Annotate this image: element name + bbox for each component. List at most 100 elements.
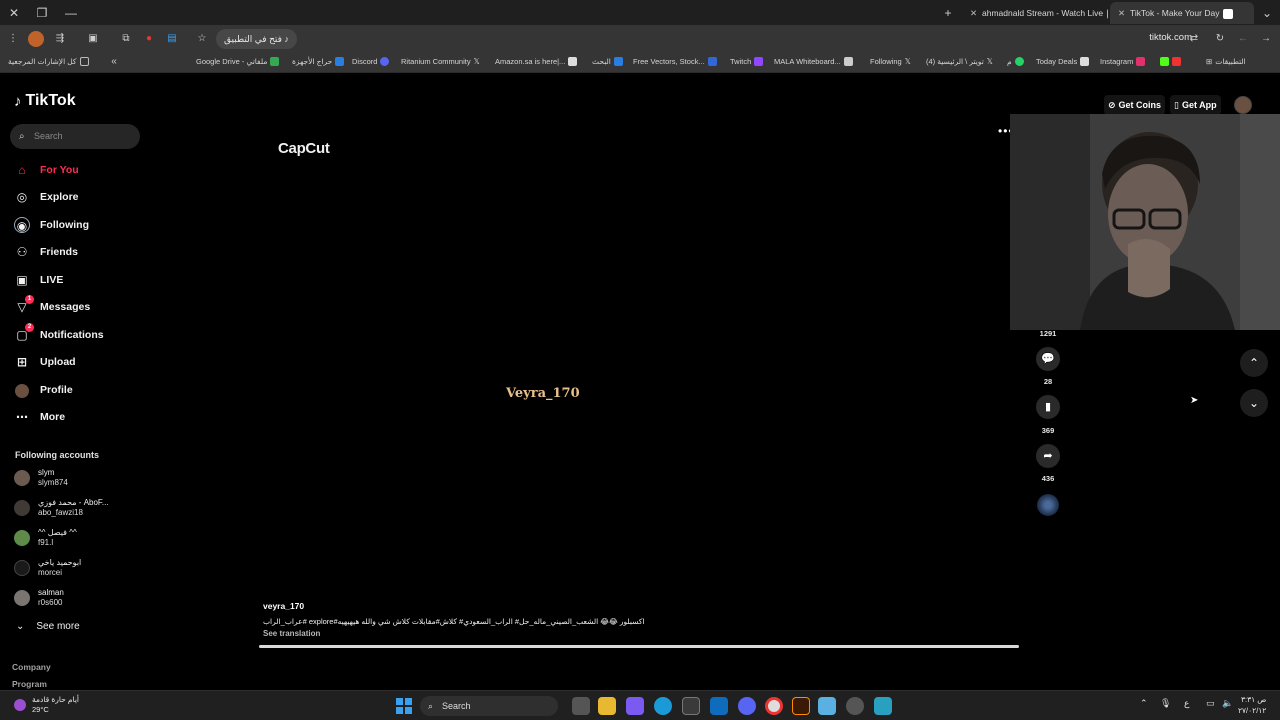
extensions-icon[interactable]: ⧉ <box>118 31 134 47</box>
comment-icon[interactable]: 💬 <box>1036 347 1060 371</box>
menu-icon[interactable]: ⋮ <box>5 31 21 47</box>
bookmark-ritanium[interactable]: Ritanium Community 𝕏 <box>401 57 480 66</box>
search-input[interactable]: ⌕ Search <box>10 124 140 149</box>
bookmark-twitch[interactable]: Twitch <box>730 57 764 66</box>
bookmark-following[interactable]: Following 𝕏 <box>870 57 911 66</box>
bookmark-icon[interactable]: ▮ <box>1036 395 1060 419</box>
bookmark-search[interactable]: البحث <box>592 57 623 66</box>
video-author[interactable]: veyra_170 <box>263 601 304 611</box>
see-translation-link[interactable]: See translation <box>263 629 320 638</box>
steam-icon[interactable] <box>846 697 864 715</box>
bookmark-haraj[interactable]: حراج الأجهزة <box>292 57 345 66</box>
bookmark-google-drive[interactable]: Google Drive - ملفاتي <box>196 57 280 66</box>
previous-video-chevron-up-icon[interactable]: ⌃ <box>1240 349 1268 377</box>
nav-notifications[interactable]: ▢ 2 Notifications <box>14 323 104 345</box>
illustrator-icon[interactable] <box>792 697 810 715</box>
following-account[interactable]: ^^ فيصل ^^ f91.l <box>14 528 77 548</box>
extension-icon[interactable] <box>28 31 44 47</box>
nav-explore[interactable]: ◎ Explore <box>14 187 79 207</box>
see-more-button[interactable]: ⌄ See more <box>16 621 80 632</box>
forward-icon[interactable]: ← <box>1235 31 1251 47</box>
footer-program-link[interactable]: Program <box>12 679 47 689</box>
site-settings-icon[interactable]: ⇄ <box>1186 31 1202 47</box>
nav-more[interactable]: ⋯ More <box>14 407 65 427</box>
following-account[interactable]: salman r0s600 <box>14 588 64 608</box>
bookmark-all[interactable]: كل الإشارات المرجعية <box>8 57 89 66</box>
reload-icon[interactable]: ↻ <box>1212 31 1228 47</box>
network-icon[interactable]: ▭ <box>1206 698 1215 709</box>
volume-icon[interactable]: 🔈 <box>1222 698 1233 709</box>
footer-company-link[interactable]: Company <box>12 662 51 672</box>
nav-live[interactable]: ▣ LIVE <box>14 270 63 290</box>
microphone-icon[interactable]: 🎙 <box>1160 698 1171 709</box>
upload-icon: ⊞ <box>16 355 28 369</box>
tray-overflow-icon[interactable]: ⌃ <box>1140 698 1148 709</box>
file-explorer-icon[interactable] <box>598 697 616 715</box>
app-icon[interactable] <box>874 697 892 715</box>
sound-disc-icon[interactable] <box>1037 494 1059 516</box>
tab-close-icon[interactable]: ✕ <box>1118 2 1130 24</box>
bookmark-apps[interactable]: ⊞ التطبيقات <box>1206 57 1246 66</box>
bookmark-free-vectors[interactable]: Free Vectors, Stock... <box>633 57 717 66</box>
screenshot-icon[interactable]: ▣ <box>85 31 101 47</box>
following-account[interactable]: slym slym874 <box>14 468 68 488</box>
nav-profile[interactable]: Profile <box>14 380 73 400</box>
store-icon[interactable] <box>682 697 700 715</box>
nav-for-you[interactable]: ⌂ For You <box>14 160 78 180</box>
close-window-icon[interactable]: ✕ <box>5 4 23 22</box>
whatsapp-icon <box>1014 57 1024 66</box>
tab-tiktok[interactable]: ✕ TikTok - Make Your Day <box>1110 2 1254 24</box>
bookmark-label: م <box>1007 57 1012 66</box>
get-coins-button[interactable]: ⊘ Get Coins <box>1104 95 1166 115</box>
windows-start-icon[interactable] <box>396 698 412 714</box>
system-clock[interactable]: ۳:۳۱ ص ۲۷/۰۲/۱۲ <box>1238 694 1266 716</box>
tiktok-logo[interactable]: ♪ TikTok <box>14 92 76 110</box>
tab-kick-stream[interactable]: ✕ ahmadnald Stream - Watch Live <box>962 2 1108 24</box>
copilot-icon[interactable] <box>626 697 644 715</box>
restore-window-icon[interactable]: ❐ <box>33 4 51 22</box>
nav-upload[interactable]: ⊞ Upload <box>14 352 76 372</box>
extension-icon[interactable]: ⇶ <box>52 31 68 47</box>
get-app-button[interactable]: ▯ Get App <box>1170 95 1221 115</box>
account-name: ^^ فيصل ^^ <box>38 528 77 537</box>
tab-search-icon[interactable]: ⌄ <box>1258 4 1276 22</box>
double-chevron-icon[interactable]: « <box>106 54 122 70</box>
open-in-app-button[interactable]: فتح في التطبيق ♪ <box>216 29 297 49</box>
language-icon[interactable]: ع <box>1184 698 1189 709</box>
outlook-icon[interactable] <box>710 697 728 715</box>
get-coins-label: Get Coins <box>1118 100 1162 110</box>
bookmark-today-deals[interactable]: Today Deals <box>1036 57 1090 66</box>
new-tab-icon[interactable]: + <box>939 4 957 22</box>
edge-icon[interactable] <box>654 697 672 715</box>
bookmark-twitter-home[interactable]: (4) تويتر \ الرئيسية 𝕏 <box>926 57 993 66</box>
minimize-window-icon[interactable]: — <box>62 4 80 22</box>
bookmark-kick[interactable] <box>1160 57 1181 66</box>
bookmark-instagram[interactable]: Instagram <box>1100 57 1146 66</box>
task-view-icon[interactable] <box>572 697 590 715</box>
nav-friends[interactable]: ⚇ Friends <box>14 242 78 262</box>
app-icon[interactable] <box>818 697 836 715</box>
bookmark-discord[interactable]: Discord <box>352 57 390 66</box>
discord-icon[interactable] <box>738 697 756 715</box>
video-progress-bar[interactable] <box>259 645 1019 648</box>
extension-icon[interactable]: ● <box>141 31 157 47</box>
weather-widget[interactable]: أيام حارة قادمة 29°C <box>14 695 79 715</box>
bookmark-star-icon[interactable]: ☆ <box>194 31 210 47</box>
next-video-chevron-down-icon[interactable]: ⌄ <box>1240 389 1268 417</box>
extension-icon[interactable]: ▤ <box>164 31 180 47</box>
back-icon[interactable]: → <box>1258 31 1274 47</box>
share-icon[interactable]: ➦ <box>1036 444 1060 468</box>
following-account[interactable]: محمد فوزي - AboF... abo_fawzi18 <box>14 498 109 518</box>
nav-following[interactable]: ◉ Following <box>14 215 89 235</box>
taskbar-search[interactable]: ⌕ Search <box>420 696 558 716</box>
nav-messages[interactable]: ▽ 1 Messages <box>14 295 90 317</box>
chrome-icon[interactable] <box>765 697 783 715</box>
bookmark-mala[interactable]: MALA Whiteboard... <box>774 57 853 66</box>
see-more-label: See more <box>36 621 80 632</box>
following-account[interactable]: ابوحميد ياخي morcei <box>14 558 81 578</box>
bookmark-whatsapp[interactable]: م <box>1007 57 1024 66</box>
user-avatar[interactable] <box>1234 96 1252 114</box>
tab-close-icon[interactable]: ✕ <box>970 2 982 24</box>
bookmark-amazon[interactable]: Amazon.sa is here|... <box>495 57 578 66</box>
bookmark-label: MALA Whiteboard... <box>774 57 841 66</box>
